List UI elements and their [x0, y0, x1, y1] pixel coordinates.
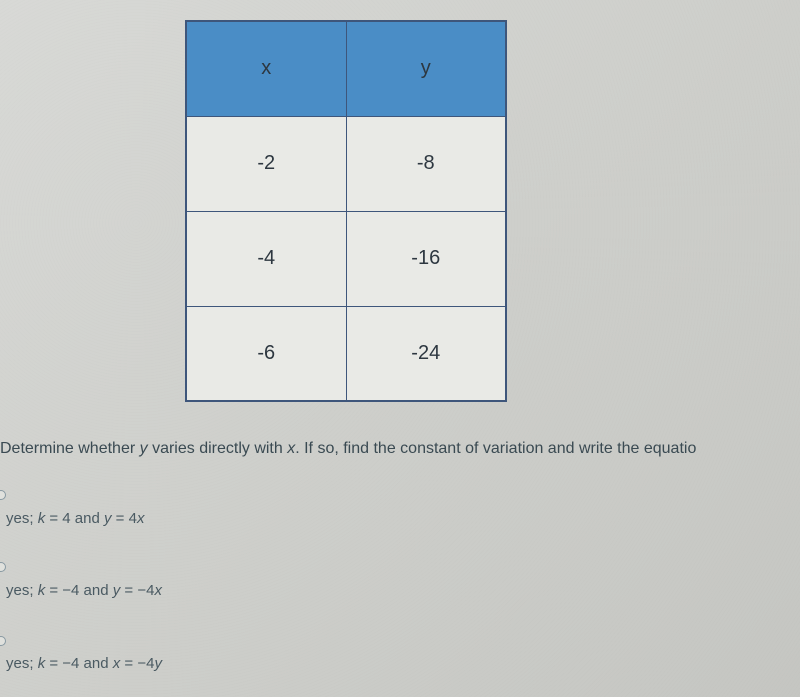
table-row: -2 -8 [186, 116, 506, 211]
table-row: -6 -24 [186, 306, 506, 401]
data-table: x y -2 -8 -4 -16 -6 -24 [185, 20, 507, 402]
cell-x: -4 [186, 211, 346, 306]
answer-option-1[interactable]: yes; k = 4 and y = 4x [6, 510, 144, 527]
radio-option-2[interactable] [0, 562, 6, 572]
answer-option-3[interactable]: yes; k = −4 and x = −4y [6, 655, 162, 672]
cell-y: -24 [346, 306, 506, 401]
question-text: Determine whether y varies directly with… [0, 440, 696, 458]
cell-x: -6 [186, 306, 346, 401]
cell-y: -16 [346, 211, 506, 306]
table-header-x: x [186, 21, 346, 116]
table-header-y: y [346, 21, 506, 116]
radio-option-1[interactable] [0, 490, 6, 500]
table-row: -4 -16 [186, 211, 506, 306]
answer-option-2[interactable]: yes; k = −4 and y = −4x [6, 582, 162, 599]
cell-y: -8 [346, 116, 506, 211]
radio-option-3[interactable] [0, 636, 6, 646]
cell-x: -2 [186, 116, 346, 211]
